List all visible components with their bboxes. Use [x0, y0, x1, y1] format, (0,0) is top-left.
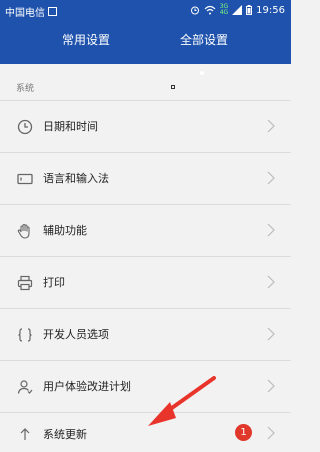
- user-icon: [16, 378, 34, 396]
- list-item-user-experience[interactable]: 用户体验改进计划: [0, 361, 291, 412]
- chevron-right-icon: [267, 222, 275, 238]
- battery-icon: [246, 5, 253, 15]
- chevron-right-icon: [267, 425, 275, 441]
- carrier-name: 中国电信: [5, 8, 45, 19]
- status-icons: 3G 4G 19:56: [190, 4, 285, 16]
- tab-all-settings[interactable]: 全部设置: [180, 31, 228, 48]
- alarm-icon: [190, 5, 200, 15]
- list-item-system-update[interactable]: 系统更新 1: [0, 413, 291, 452]
- braces-icon: [16, 326, 34, 344]
- item-label: 系统更新: [43, 428, 87, 441]
- sim-icon: [48, 7, 57, 16]
- arrow-up-icon: [16, 425, 34, 443]
- chevron-right-icon: [267, 378, 275, 394]
- list-item-developer-options[interactable]: 开发人员选项: [0, 309, 291, 360]
- item-label: 开发人员选项: [43, 328, 109, 341]
- item-label: 语言和输入法: [43, 172, 109, 185]
- chevron-right-icon: [267, 118, 275, 134]
- printer-icon: [16, 274, 34, 292]
- signal-icon: [232, 5, 243, 15]
- list-item-print[interactable]: 打印: [0, 257, 291, 308]
- clock-icon: [16, 118, 34, 136]
- item-label: 辅助功能: [43, 224, 87, 237]
- active-tab-indicator: [200, 71, 204, 75]
- tab-common-settings[interactable]: 常用设置: [62, 31, 110, 48]
- list-item-date-time[interactable]: 日期和时间: [0, 101, 291, 152]
- carrier-info: 中国电信: [5, 4, 57, 19]
- item-label: 日期和时间: [43, 120, 98, 133]
- network-type: 3G 4G: [220, 4, 228, 16]
- keyboard-icon: [16, 170, 34, 188]
- update-count-badge: 1: [235, 424, 252, 441]
- tab-bar: 常用设置 全部设置: [0, 22, 291, 75]
- chevron-right-icon: [267, 326, 275, 342]
- list-item-language-input[interactable]: 语言和输入法: [0, 153, 291, 204]
- clock-time: 19:56: [256, 4, 285, 16]
- section-header: 系统: [0, 78, 291, 100]
- section-title: 系统: [16, 84, 35, 94]
- wifi-icon: [204, 5, 216, 15]
- network-type-bottom: 4G: [219, 9, 229, 16]
- chevron-right-icon: [267, 274, 275, 290]
- item-label: 用户体验改进计划: [43, 380, 131, 393]
- chevron-right-icon: [267, 170, 275, 186]
- header: 中国电信 3G 4G 19:56 常用设置 全部设置: [0, 0, 291, 75]
- hand-icon: [16, 222, 34, 240]
- status-bar: 中国电信 3G 4G 19:56: [0, 0, 291, 22]
- list-item-accessibility[interactable]: 辅助功能: [0, 205, 291, 256]
- square-marker: [171, 85, 175, 89]
- item-label: 打印: [43, 276, 65, 289]
